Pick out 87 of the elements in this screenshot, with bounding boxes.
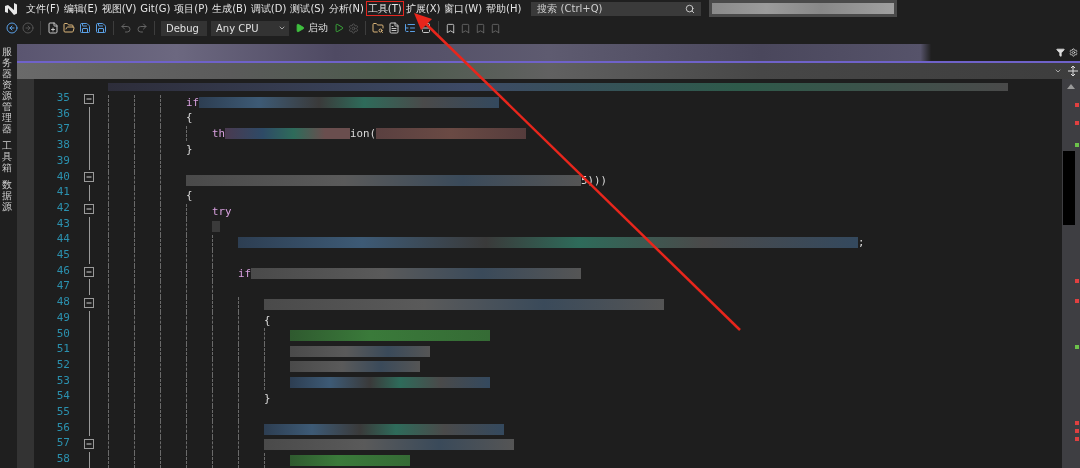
collapse-icon[interactable]: [84, 172, 94, 183]
collapse-icon[interactable]: [84, 93, 94, 104]
folder-icon[interactable]: [63, 22, 75, 34]
configuration-dropdown[interactable]: Debug: [161, 20, 207, 36]
line-number: 47: [55, 279, 70, 295]
back-icon[interactable]: [6, 22, 18, 34]
code-text: {: [264, 313, 271, 327]
save-all-icon[interactable]: [95, 22, 107, 34]
line-number: 53: [55, 373, 70, 389]
menu-item[interactable]: 编辑(E): [61, 1, 100, 16]
line-number: 50: [55, 326, 70, 342]
line-number: 57: [55, 436, 70, 452]
code-text: if: [238, 267, 251, 281]
collapse-icon[interactable]: [84, 203, 94, 214]
menu-item[interactable]: 生成(B): [210, 1, 249, 16]
document-icon[interactable]: [388, 22, 400, 34]
line-number: 43: [55, 216, 70, 232]
menu-item[interactable]: 测试(S): [288, 1, 327, 16]
line-number: 54: [55, 389, 70, 405]
side-tab[interactable]: 服务器资源管理器: [2, 46, 12, 134]
caret-icon[interactable]: [1054, 67, 1062, 75]
split-icon[interactable]: [420, 22, 432, 34]
line-number: 38: [55, 138, 70, 154]
menu-item[interactable]: 扩展(X): [403, 1, 443, 16]
menu-item[interactable]: 分析(N): [326, 1, 366, 16]
side-tab[interactable]: 数据源: [2, 179, 12, 212]
line-number: 56: [55, 420, 70, 436]
settings-icon[interactable]: [1069, 48, 1078, 57]
line-number: 44: [55, 232, 70, 248]
folder-search-icon[interactable]: [372, 22, 384, 34]
line-number: 36: [55, 106, 70, 122]
save-icon[interactable]: [79, 22, 91, 34]
collapse-icon[interactable]: [84, 439, 94, 450]
caret-icon: [278, 24, 286, 32]
search-icon[interactable]: [685, 3, 696, 14]
search-field[interactable]: 搜索 (Ctrl+Q): [531, 1, 684, 16]
menu-item[interactable]: 视图(V): [99, 1, 139, 16]
menu-item[interactable]: 调试(D): [248, 1, 289, 16]
play-outline-icon[interactable]: [334, 23, 344, 33]
line-number: 48: [55, 295, 70, 311]
search-button[interactable]: [683, 1, 702, 16]
menu-item[interactable]: 窗口(W): [442, 1, 485, 16]
collapse-icon[interactable]: [84, 266, 94, 277]
line-number: 45: [55, 248, 70, 264]
menu-item[interactable]: Git(G): [138, 1, 173, 16]
side-tab[interactable]: 工具箱: [2, 140, 12, 173]
line-number: 55: [55, 405, 70, 421]
scroll-thumb[interactable]: [1063, 151, 1075, 225]
line-number: 58: [55, 452, 70, 468]
play-icon: [295, 23, 305, 33]
scrollbar[interactable]: [1062, 79, 1080, 468]
code-text: ;: [858, 235, 865, 249]
new-file-icon[interactable]: [47, 22, 59, 34]
scroll-up-icon[interactable]: [1067, 83, 1075, 89]
line-number: 41: [55, 185, 70, 201]
line-number: 35: [55, 91, 70, 106]
code-text: }: [186, 142, 193, 156]
line-number: 37: [55, 122, 70, 138]
blurred-code: [212, 221, 220, 233]
bookmark-icon[interactable]: [445, 22, 456, 34]
line-number: 46: [55, 263, 70, 279]
line-number: 49: [55, 310, 70, 326]
code-text: ion(: [350, 126, 377, 140]
code-text: th: [212, 126, 225, 140]
tree-icon[interactable]: [404, 22, 416, 34]
line-number: 40: [55, 169, 70, 185]
menu-item[interactable]: 帮助(H): [484, 1, 524, 16]
redo-icon[interactable]: [136, 22, 148, 34]
collapse-icon[interactable]: [84, 298, 94, 308]
app-logo-icon[interactable]: [4, 1, 18, 16]
code-text: {: [186, 111, 193, 125]
start-button[interactable]: 启动: [293, 21, 330, 35]
filter-icon[interactable]: [1056, 48, 1065, 57]
platform-dropdown[interactable]: Any CPU: [211, 20, 289, 36]
split-icon[interactable]: [1068, 66, 1078, 76]
code-text: try: [212, 204, 232, 218]
code-text: }: [264, 391, 271, 405]
line-number: 39: [55, 153, 70, 169]
line-number: 51: [55, 342, 70, 358]
undo-icon[interactable]: [120, 22, 132, 34]
code-text: {: [186, 189, 193, 203]
menu-item[interactable]: 文件(F): [24, 1, 62, 16]
line-number: 52: [55, 357, 70, 373]
line-number: 42: [55, 200, 70, 216]
menu-item[interactable]: 工具(T): [365, 1, 404, 16]
code-text: if: [186, 95, 199, 109]
menu-item[interactable]: 项目(P): [172, 1, 211, 16]
